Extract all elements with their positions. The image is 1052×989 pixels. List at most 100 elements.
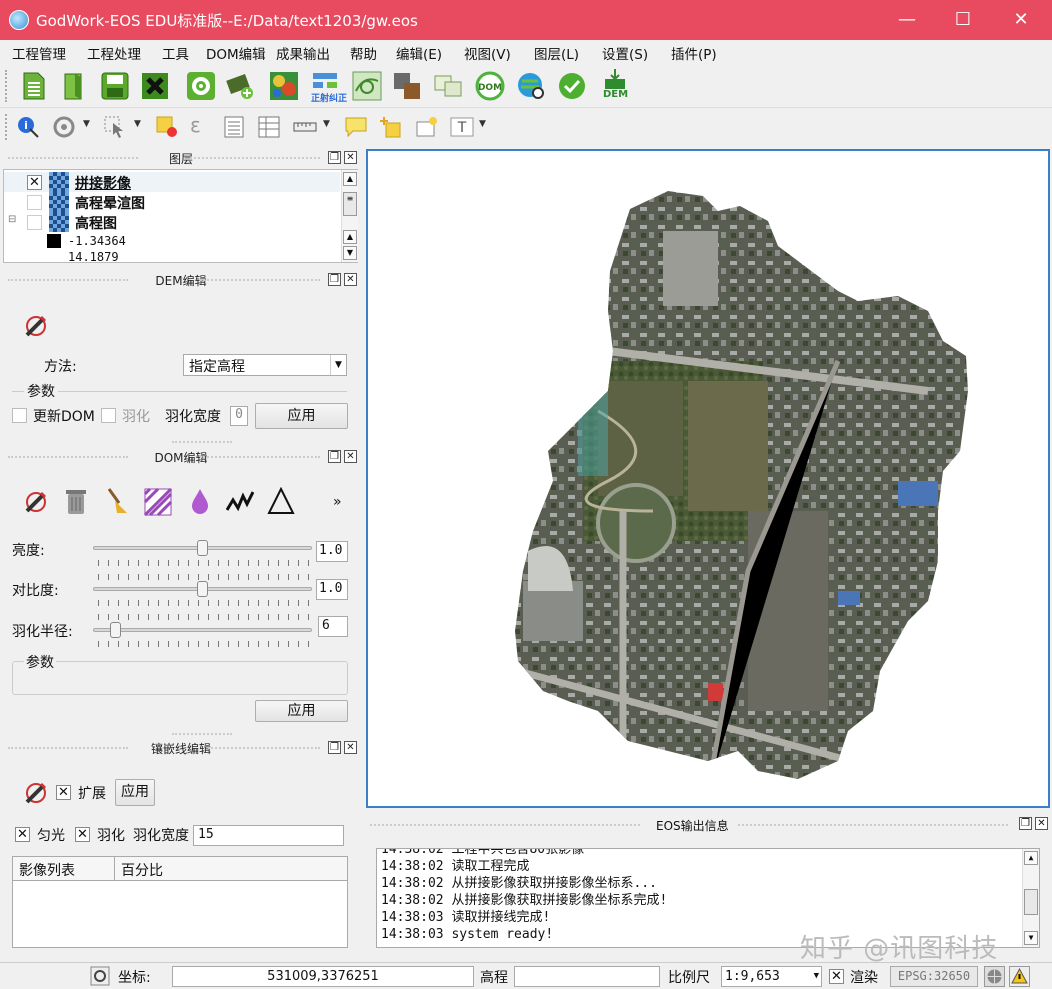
method-select[interactable]: 指定高程 ▼ <box>183 354 347 376</box>
add-images-icon[interactable] <box>225 71 255 101</box>
chevron-down-icon[interactable]: ▼ <box>814 967 819 986</box>
menu-output[interactable]: 成果输出 <box>276 43 330 63</box>
globe-search-icon[interactable] <box>516 71 546 101</box>
select-dropdown-icon[interactable]: ▼ <box>134 119 141 129</box>
save-icon[interactable] <box>100 71 130 101</box>
col-image-list[interactable]: 影像列表 <box>13 857 115 881</box>
crs-globe-icon[interactable] <box>984 966 1005 987</box>
scroll-thumb[interactable]: ≡ <box>343 192 357 216</box>
menu-project-manage[interactable]: 工程管理 <box>12 43 66 63</box>
text-tool-icon[interactable]: T <box>450 115 474 139</box>
add-feature-icon[interactable] <box>380 115 404 139</box>
output-scrollbar[interactable]: ▲ ▼ <box>1022 849 1039 947</box>
dem-export-icon[interactable] <box>600 69 630 91</box>
feather-radius-slider[interactable] <box>93 628 312 632</box>
maximize-button[interactable]: ☐ <box>934 0 992 40</box>
menu-dom-edit[interactable]: DOM编辑 <box>206 43 266 63</box>
update-dom-checkbox[interactable] <box>12 408 27 423</box>
new-project-icon[interactable] <box>19 71 49 101</box>
contrast-input[interactable]: 1.0 <box>316 579 348 600</box>
dom-apply-button[interactable]: 应用 <box>255 700 348 722</box>
statistics-icon[interactable] <box>257 115 281 139</box>
expand-checkbox[interactable]: ✕ <box>56 785 71 800</box>
identify-icon[interactable]: i <box>16 115 40 139</box>
collapse-icon[interactable]: ⊟ <box>8 214 16 225</box>
menu-project-process[interactable]: 工程处理 <box>87 43 141 63</box>
check-icon[interactable] <box>557 71 587 101</box>
scroll-up-icon[interactable]: ▲ <box>343 172 357 186</box>
float-panel-icon[interactable]: ❐ <box>328 741 341 754</box>
close-project-icon[interactable] <box>140 71 170 101</box>
coordinate-mode-icon[interactable] <box>90 966 110 986</box>
map-canvas[interactable] <box>366 149 1050 808</box>
open-project-icon[interactable] <box>59 71 89 101</box>
select-icon[interactable] <box>103 115 127 139</box>
float-panel-icon[interactable]: ❐ <box>328 273 341 286</box>
feather-radius-input[interactable]: 6 <box>318 616 348 637</box>
elevation-field[interactable] <box>514 966 660 987</box>
chevron-down-icon[interactable]: ▼ <box>330 355 346 375</box>
trash-icon[interactable] <box>62 487 90 515</box>
annotation-icon[interactable] <box>344 115 368 139</box>
mosaic-line-icon[interactable] <box>352 71 382 101</box>
splitter[interactable] <box>172 441 232 443</box>
pencil-edit-icon[interactable] <box>22 312 50 340</box>
layer-checkbox-mosaic[interactable]: ✕ <box>27 175 42 190</box>
menu-settings[interactable]: 设置(S) <box>602 43 648 63</box>
zoom-icon[interactable] <box>52 115 76 139</box>
mosaic-feather-width-input[interactable]: 15 <box>193 825 344 846</box>
layer-checkbox-hillshade[interactable] <box>27 195 42 210</box>
pencil-edit-icon[interactable] <box>22 488 50 516</box>
even-light-checkbox[interactable]: ✕ <box>15 827 30 842</box>
dem-feather-checkbox[interactable] <box>101 408 116 423</box>
overlap-icon[interactable] <box>433 71 463 101</box>
render-checkbox[interactable]: ✕ <box>829 969 844 984</box>
menu-tools[interactable]: 工具 <box>162 43 189 63</box>
dem-feather-width-input[interactable]: 0 <box>230 406 248 426</box>
feather-radius-slider-thumb[interactable] <box>109 622 121 638</box>
layer-name-hillshade[interactable]: 高程晕渲图 <box>75 193 145 213</box>
brightness-input[interactable]: 1.0 <box>316 541 348 562</box>
dom-generate-icon[interactable]: DOM <box>475 71 505 101</box>
menu-view[interactable]: 视图(V) <box>464 43 511 63</box>
float-panel-icon[interactable]: ❐ <box>328 151 341 164</box>
mosaic-feather-checkbox[interactable]: ✕ <box>75 827 90 842</box>
dem-apply-button[interactable]: 应用 <box>255 403 348 429</box>
scale-select[interactable]: 1:9,653 ▼ <box>721 966 822 987</box>
col-percent[interactable]: 百分比 <box>115 857 347 881</box>
menu-layer[interactable]: 图层(L) <box>534 43 579 63</box>
minimize-button[interactable]: — <box>878 0 936 40</box>
zoom-dropdown-icon[interactable]: ▼ <box>83 119 90 129</box>
close-panel-icon[interactable]: ✕ <box>1035 817 1048 830</box>
menu-edit[interactable]: 编辑(E) <box>396 43 442 63</box>
layer-tree-scrollbar[interactable]: ▲ ≡ ▲ ▼ <box>341 170 358 262</box>
image-tiles-icon[interactable] <box>392 71 422 101</box>
coord-field[interactable]: 531009,3376251 <box>172 966 474 987</box>
scroll-up-icon[interactable]: ▲ <box>1024 851 1038 865</box>
close-panel-icon[interactable]: ✕ <box>344 151 357 164</box>
dem-map-icon[interactable] <box>269 71 299 101</box>
measure-dropdown-icon[interactable]: ▼ <box>323 119 330 129</box>
menu-help[interactable]: 帮助 <box>350 43 377 63</box>
settings-gear-icon[interactable] <box>186 71 216 101</box>
contrast-slider-thumb[interactable] <box>197 581 208 597</box>
close-panel-icon[interactable]: ✕ <box>344 741 357 754</box>
layer-name-dem[interactable]: 高程图 <box>75 213 117 233</box>
orthophoto-mosaic[interactable] <box>368 151 1048 806</box>
droplet-icon[interactable] <box>186 487 214 515</box>
layer-name-mosaic[interactable]: 拼接影像 <box>75 173 131 193</box>
scroll-down-icon[interactable]: ▼ <box>1024 931 1038 945</box>
float-panel-icon[interactable]: ❐ <box>1019 817 1032 830</box>
seamline-zigzag-icon[interactable] <box>226 488 254 516</box>
mosaic-apply-button[interactable]: 应用 <box>115 779 155 806</box>
hatch-fill-icon[interactable] <box>144 488 172 516</box>
close-button[interactable]: ✕ <box>992 0 1050 40</box>
broom-icon[interactable] <box>103 487 131 515</box>
attribute-table-icon[interactable] <box>222 115 246 139</box>
more-tools-icon[interactable]: » <box>333 494 342 510</box>
new-shape-icon[interactable] <box>414 115 438 139</box>
text-dropdown-icon[interactable]: ▼ <box>479 119 486 129</box>
menu-plugins[interactable]: 插件(P) <box>671 43 717 63</box>
epsilon-icon[interactable]: ε <box>190 113 201 137</box>
scroll-up-icon[interactable]: ▲ <box>343 230 357 244</box>
